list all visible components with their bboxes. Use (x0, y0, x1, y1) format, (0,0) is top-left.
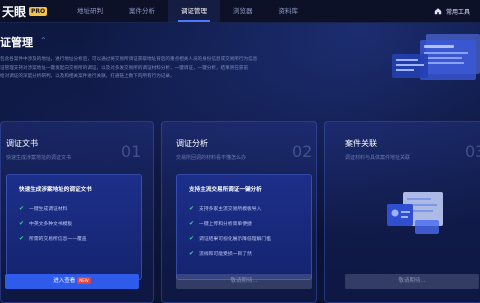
nav-item-case-analysis[interactable]: 案件分析 (116, 0, 168, 22)
card-number: 02 (292, 142, 313, 161)
feature-panel: 支持主流交易所调证一键分析 ✔ 支持多家主流交易所模板导入 ✔ 一键上传和分析简单便… (176, 174, 312, 280)
card-title: 案件关联 (345, 139, 377, 148)
check-icon: ✔ (19, 235, 25, 242)
feature-text: 一键上传和分析简单便捷 (199, 222, 252, 227)
home-icon (434, 8, 442, 15)
feature-text: 中英文多种文书模板 (29, 222, 73, 227)
feature-item: ✔ 流线和可能受损一目了然 (189, 250, 252, 257)
card-title: 调证文书 (6, 139, 38, 148)
main-nav: 地址研判 案件分析 调证管理 浏览器 资料库 (64, 0, 311, 22)
page-title: 证管理 (0, 36, 33, 49)
feature-item: ✔ 一键上传和分析简单便捷 (189, 220, 252, 227)
coming-soon-button[interactable]: 敬请期待... (345, 274, 479, 289)
common-tools-button[interactable]: 常用工具 (434, 0, 470, 22)
card-number: 01 (121, 142, 142, 161)
coming-soon-button[interactable]: 敬请期待... (176, 274, 312, 289)
enter-view-button[interactable]: 进入查看 NEW (5, 274, 139, 289)
feature-text: 流线和可能受损一目了然 (199, 252, 252, 257)
case-association-illustration (387, 192, 443, 234)
panel-title: 快速生成涉案地址的调证文书 (19, 187, 92, 193)
check-icon: ✔ (189, 250, 195, 257)
hero-illustration (392, 34, 480, 80)
check-icon: ✔ (189, 235, 195, 242)
top-navbar: 天眼 PRO 地址研判 案件分析 调证管理 浏览器 资料库 常用工具 (0, 0, 480, 23)
page-description: 包含各案件中涉及的地址，进行地址分析后，可以通过将交易所调证获取地址背后的重点相… (0, 56, 320, 82)
description-line: 给对调证的深度分析研判，以及和相关案件进行关联，打通链上数下的所有行为记录。 (0, 74, 175, 79)
feature-item: ✔ 一键生成调证材料 (19, 205, 67, 212)
card-title: 调证分析 (176, 139, 208, 148)
common-tools-label: 常用工具 (445, 8, 470, 16)
feature-item: ✔ 所需的交易所信息一一覆盖 (19, 235, 87, 242)
nav-item-evidence-management[interactable]: 调证管理 (168, 0, 220, 22)
button-label: 进入查看 (53, 278, 76, 284)
feature-text: 一键生成调证材料 (29, 207, 68, 212)
check-icon: ✔ (19, 205, 25, 212)
feature-text: 调证结果可视化展示降低理解门槛 (199, 237, 271, 242)
app-logo[interactable]: 天眼 PRO (2, 3, 48, 20)
chevron-up-icon[interactable]: ⌃ (40, 36, 47, 45)
card-number: 03 (465, 142, 480, 161)
card-subtitle: 调证材料与具体案件地址关联 (345, 155, 411, 161)
description-line: 证管理支持对涉案地址一键发起向交易所的调证，以及对多发交易所的调证材料分析，一键… (0, 65, 249, 71)
card-subtitle: 交易所回调的材料看不懂怎么办 (176, 155, 247, 161)
check-icon: ✔ (189, 205, 195, 212)
nav-item-library[interactable]: 资料库 (266, 0, 312, 22)
feature-item: ✔ 中英文多种文书模板 (19, 220, 72, 227)
logo-pro-badge: PRO (29, 7, 48, 16)
feature-item: ✔ 支持多家主流交易所模板导入 (189, 205, 261, 212)
description-line: 包含各案件中涉及的地址，进行地址分析后，可以通过将交易所调证获取地址背后的重点相… (0, 57, 258, 62)
panel-title: 支持主流交易所调证一键分析 (189, 187, 262, 193)
feature-text: 所需的交易所信息一一覆盖 (29, 237, 87, 242)
check-icon: ✔ (19, 220, 25, 227)
feature-panel: 快速生成涉案地址的调证文书 ✔ 一键生成调证材料 ✔ 中英文多种文书模板 ✔ 所需的交… (6, 174, 142, 280)
new-badge: NEW (77, 277, 91, 284)
feature-text: 支持多家主流交易所模板导入 (199, 207, 262, 212)
feature-item: ✔ 调证结果可视化展示降低理解门槛 (189, 235, 271, 242)
nav-item-address-analysis[interactable]: 地址研判 (64, 0, 116, 22)
check-icon: ✔ (189, 220, 195, 227)
card-case-association: 案件关联 调证材料与具体案件地址关联 03 敬请期待... (324, 121, 480, 303)
logo-text: 天眼 (2, 5, 27, 19)
card-subtitle: 快速生成涉案地址的调证文书 (6, 155, 72, 161)
card-evidence-analysis: 调证分析 交易所回调的材料看不懂怎么办 02 支持主流交易所调证一键分析 ✔ 支持… (161, 121, 317, 303)
card-evidence-document: 调证文书 快速生成涉案地址的调证文书 01 快速生成涉案地址的调证文书 ✔ 一键生… (0, 121, 154, 303)
nav-item-browser[interactable]: 浏览器 (220, 0, 266, 22)
